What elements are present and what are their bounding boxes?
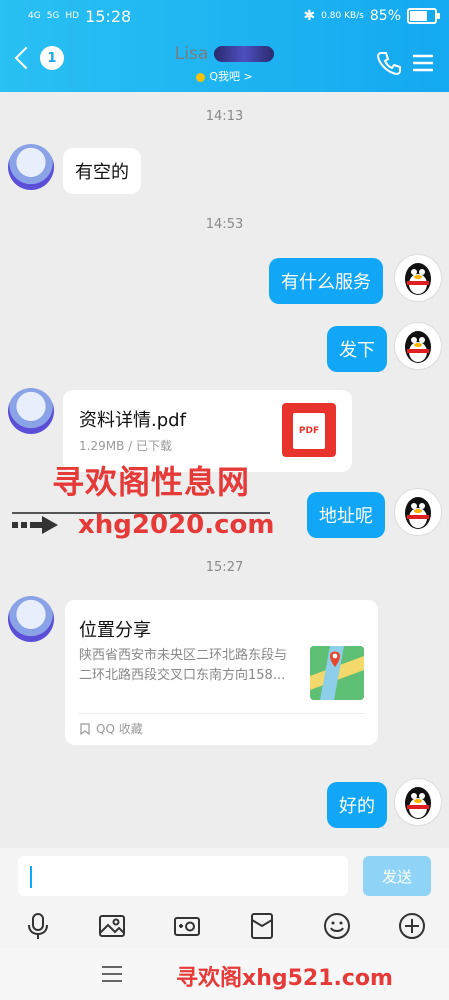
my-avatar[interactable] — [394, 322, 442, 370]
timestamp: 14:53 — [205, 217, 244, 232]
emoji-icon[interactable] — [323, 912, 351, 940]
location-source: QQ 收藏 — [79, 720, 143, 737]
input-toolbar — [0, 904, 449, 948]
chat-header: 1 Lisa Q我吧 > — [0, 34, 449, 92]
phone-call-icon[interactable] — [376, 50, 402, 76]
my-avatar[interactable] — [394, 778, 442, 826]
image-icon[interactable] — [98, 912, 126, 940]
message-bubble-outgoing[interactable]: 有什么服务 — [269, 258, 383, 304]
network-speed: 0.80 KB/s — [321, 10, 364, 21]
map-thumbnail-icon — [310, 646, 364, 700]
nickname-decoration-icon — [214, 46, 275, 62]
message-bubble-outgoing[interactable]: 好的 — [327, 782, 387, 828]
status-bar: 4G 5G HD 15:28 ✱ 0.80 KB/s 85% — [0, 0, 449, 34]
contact-avatar[interactable] — [8, 144, 54, 190]
network-indicator-2: 5G — [46, 11, 60, 21]
status-right: ✱ 0.80 KB/s 85% — [303, 8, 440, 24]
penguin-avatar-icon — [405, 787, 431, 819]
battery-percent: 85% — [369, 8, 401, 24]
send-button[interactable]: 发送 — [363, 856, 431, 896]
bluetooth-icon: ✱ — [303, 8, 316, 24]
my-avatar[interactable] — [394, 254, 442, 302]
timestamp: 15:27 — [205, 560, 244, 575]
camera-icon[interactable] — [173, 912, 201, 940]
network-indicator: 4G — [28, 11, 41, 21]
message-bubble-incoming[interactable]: 有空的 — [63, 148, 141, 194]
status-left: 4G 5G HD 15:28 — [28, 7, 131, 26]
source-label: QQ 收藏 — [96, 722, 143, 736]
arrow-right-icon — [12, 516, 58, 534]
card-divider — [79, 713, 364, 714]
message-input[interactable] — [18, 856, 348, 896]
status-dot-icon — [196, 72, 206, 82]
nav-menu-icon[interactable] — [102, 966, 122, 987]
message-bubble-outgoing[interactable]: 发下 — [327, 326, 387, 372]
file-name: 资料详情.pdf — [79, 410, 186, 431]
status-text: Q我吧 > — [209, 70, 253, 83]
file-meta: 1.29MB / 已下载 — [79, 439, 172, 453]
add-icon[interactable] — [398, 912, 426, 940]
watermark-bottom: 寻欢阁xhg521.com — [176, 966, 393, 991]
input-bar: 发送 — [0, 848, 449, 904]
menu-icon[interactable] — [410, 50, 436, 76]
clock: 15:28 — [85, 7, 132, 26]
penguin-avatar-icon — [405, 497, 431, 529]
location-address: 陕西省西安市未央区二环北路东段与二环北路西段交叉口东南方向158... — [79, 648, 288, 683]
penguin-avatar-icon — [405, 263, 431, 295]
message-bubble-outgoing[interactable]: 地址呢 — [307, 492, 385, 538]
watermark-text: 寻欢阁性息网 — [52, 463, 251, 501]
location-share-card[interactable]: 位置分享 陕西省西安市未央区二环北路东段与二环北路西段交叉口东南方向158...… — [65, 600, 378, 745]
text-caret — [30, 866, 32, 888]
location-title: 位置分享 — [79, 620, 151, 641]
battery-icon — [407, 8, 440, 24]
contact-avatar[interactable] — [8, 596, 54, 642]
hd-indicator: HD — [65, 11, 80, 21]
my-avatar[interactable] — [394, 488, 442, 536]
penguin-avatar-icon — [405, 331, 431, 363]
pdf-label: PDF — [293, 413, 325, 449]
microphone-icon[interactable] — [24, 912, 52, 940]
timestamp: 14:13 — [205, 109, 244, 124]
battery-fill — [410, 11, 427, 21]
contact-name: Lisa — [174, 44, 209, 64]
pdf-file-icon: PDF — [282, 403, 336, 457]
bookmark-icon — [80, 722, 90, 735]
red-packet-icon[interactable] — [248, 912, 276, 940]
contact-avatar[interactable] — [8, 388, 54, 434]
watermark-url: xhg2020.com — [78, 510, 275, 540]
